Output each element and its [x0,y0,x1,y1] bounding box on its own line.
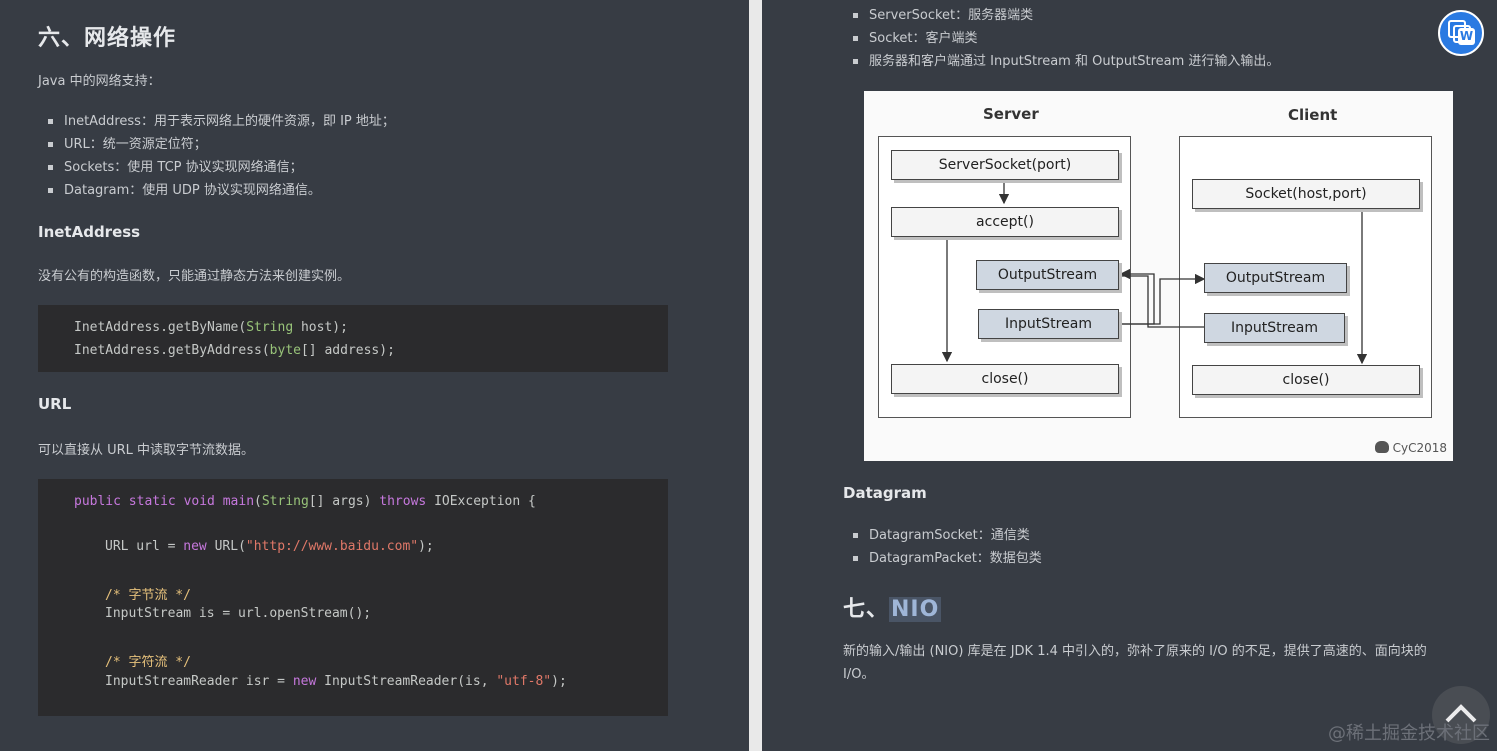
diagram-arrows [941,179,1368,365]
url-text: 可以直接从 URL 中读取字节流数据。 [38,443,255,458]
code-line: InputStreamReader isr = new InputStreamR… [105,674,567,689]
github-cat-icon [1374,441,1389,453]
diagram-credit: CyC2018 [1374,441,1447,455]
juejin-watermark: @稀土掘金技术社区 [1328,723,1490,744]
left-page: 六、网络操作 Java 中的网络支持： InetAddress：用于表示网络上的… [0,0,749,751]
nio-heading-prefix: 七、 [843,597,890,622]
list-item: Datagram：使用 UDP 协议实现网络通信。 [38,179,395,202]
server-socket-box: ServerSocket(port) [891,150,1119,180]
client-socket-box: Socket(host,port) [1192,179,1420,209]
code-line: URL url = new URL("http://www.baidu.com"… [105,539,434,554]
list-item: URL：统一资源定位符； [38,133,395,156]
code-line: InputStream is = url.openStream(); [105,606,372,621]
section-heading-network: 六、网络操作 [38,26,177,51]
datagram-list: DatagramSocket：通信类 DatagramPacket：数据包类 [843,524,1042,570]
nio-text-line2: I/O。 [843,667,875,682]
code-comment: /* 字符流 */ [105,655,191,670]
server-input-stream-box: InputStream [978,309,1119,339]
client-close-box: close() [1192,365,1420,395]
list-item: ServerSocket：服务器端类 [843,4,1279,27]
url-heading: URL [38,395,72,413]
code-line: InetAddress.getByAddress(byte[] address)… [74,343,395,358]
right-page: ServerSocket：服务器端类 Socket：客户端类 服务器和客户端通过… [762,0,1497,751]
network-support-list: InetAddress：用于表示网络上的硬件资源，即 IP 地址； URL：统一… [38,110,395,202]
code-comment: /* 字节流 */ [105,588,191,603]
socket-list: ServerSocket：服务器端类 Socket：客户端类 服务器和客户端通过… [843,4,1279,73]
client-output-stream-box: OutputStream [1204,263,1347,293]
intro-text: Java 中的网络支持： [38,74,161,89]
code-line: InetAddress.getByName(String host); [74,320,348,335]
client-input-stream-box: InputStream [1204,313,1345,343]
list-item: Socket：客户端类 [843,27,1279,50]
list-item: Sockets：使用 TCP 协议实现网络通信； [38,156,395,179]
nio-heading-link[interactable]: NIO [889,597,942,622]
list-item: 服务器和客户端通过 InputStream 和 OutputStream 进行输… [843,50,1279,73]
nio-text-line1: 新的输入/输出 (NIO) 库是在 JDK 1.4 中引入的，弥补了原来的 I/… [843,644,1427,659]
word-app-icon[interactable]: W [1438,10,1484,56]
inetaddress-code-block: InetAddress.getByName(String host); Inet… [38,305,668,372]
url-code-block: public static void main(String[] args) t… [38,479,668,716]
datagram-heading: Datagram [843,484,927,502]
section-heading-nio: 七、NIO [843,591,942,623]
list-item: InetAddress：用于表示网络上的硬件资源，即 IP 地址； [38,110,395,133]
list-item: DatagramPacket：数据包类 [843,547,1042,570]
credit-text: CyC2018 [1392,441,1447,455]
socket-diagram: Server Client ServerSocket(port) accept(… [864,91,1453,461]
inetaddress-heading: InetAddress [38,223,141,241]
code-line: public static void main(String[] args) t… [74,494,536,509]
accept-box: accept() [891,207,1119,237]
server-output-stream-box: OutputStream [976,260,1119,290]
inetaddress-text: 没有公有的构造函数，只能通过静态方法来创建实例。 [38,269,351,284]
list-item: DatagramSocket：通信类 [843,524,1042,547]
server-close-box: close() [891,364,1119,394]
